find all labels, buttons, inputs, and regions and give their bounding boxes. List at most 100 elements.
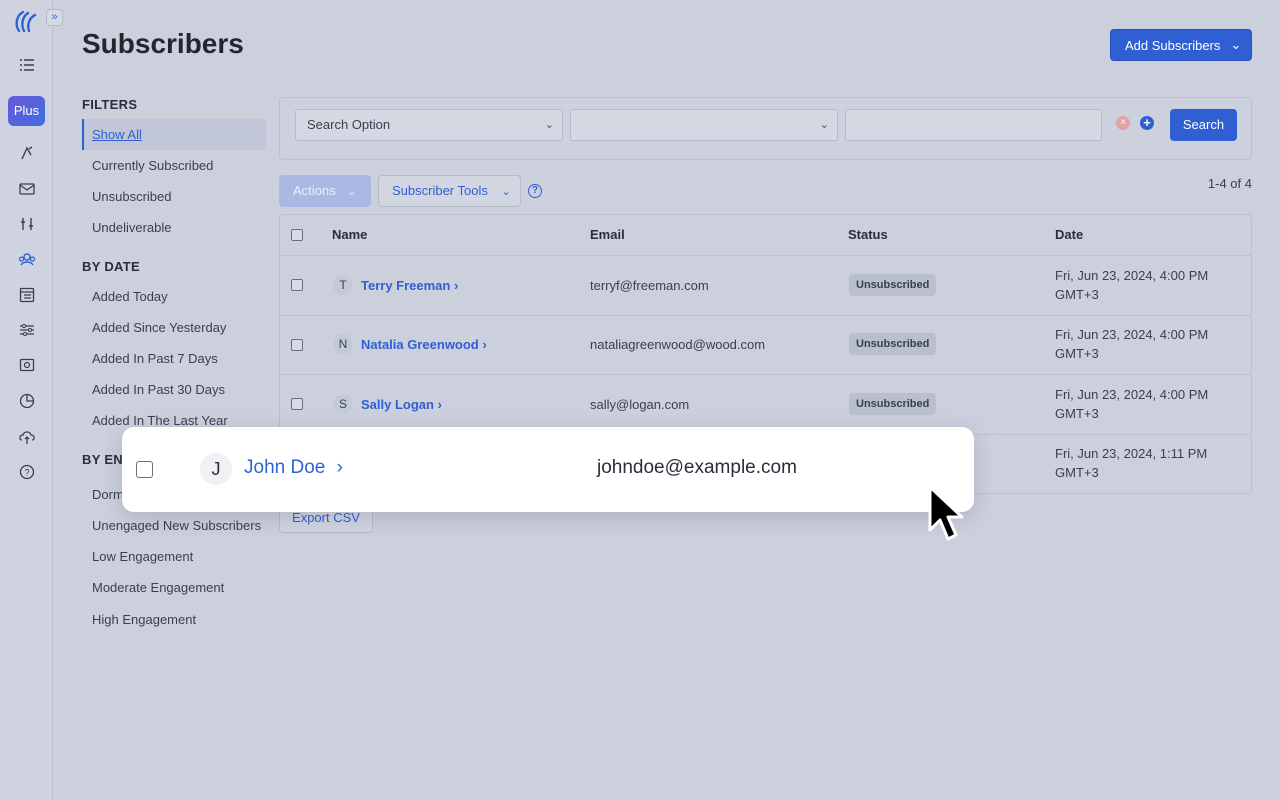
cloud-upload-icon[interactable] (17, 427, 37, 447)
avatar: N (333, 334, 353, 354)
select-all-checkbox[interactable] (291, 229, 303, 241)
forms-icon[interactable] (17, 285, 37, 305)
row-checkbox[interactable] (291, 339, 303, 351)
subscribers-icon[interactable] (17, 249, 37, 269)
filter-show-all[interactable]: Show All (82, 119, 266, 150)
date-line: Fri, Jun 23, 2024, 4:00 PM (1055, 327, 1209, 342)
column-header-name[interactable]: Name (332, 227, 367, 242)
page-title: Subscribers (82, 28, 244, 59)
subscriber-date: Fri, Jun 23, 2024, 1:11 PM GMT+3 (1055, 444, 1235, 482)
filter-added-past-30-days[interactable]: Added In Past 30 Days (82, 374, 266, 405)
search-chat-icon[interactable] (17, 356, 37, 376)
filter-high-engagement[interactable]: High Engagement (82, 604, 266, 635)
filter-undeliverable[interactable]: Undeliverable (82, 212, 266, 243)
subscriber-date: Fri, Jun 23, 2024, 4:00 PM GMT+3 (1055, 385, 1235, 423)
filters-heading: FILTERS (82, 97, 138, 112)
help-icon[interactable]: ? (528, 184, 542, 198)
subscriber-name: John Doe (244, 457, 326, 478)
chevron-right-icon: › (482, 337, 487, 352)
split-test-icon[interactable] (17, 214, 37, 234)
timezone-line: GMT+3 (1055, 287, 1099, 302)
expand-sidebar-icon[interactable]: » (46, 9, 63, 26)
row-checkbox[interactable] (291, 279, 303, 291)
subscriber-date: Fri, Jun 23, 2024, 4:00 PM GMT+3 (1055, 266, 1235, 304)
timezone-line: GMT+3 (1055, 346, 1099, 361)
column-header-date[interactable]: Date (1055, 227, 1083, 242)
reports-pie-icon[interactable] (17, 391, 37, 411)
help-circle-icon[interactable]: ? (17, 462, 37, 482)
status-badge: Unsubscribed (849, 333, 937, 355)
row-checkbox[interactable] (136, 461, 153, 478)
chevron-right-icon: › (437, 397, 442, 412)
avatar: S (333, 394, 353, 414)
brand-logo-icon[interactable] (13, 9, 39, 35)
settings-sliders-icon[interactable] (17, 320, 37, 340)
subscriber-email: nataliagreenwood@wood.com (590, 337, 766, 352)
search-value-input[interactable] (845, 109, 1102, 141)
svg-text:?: ? (24, 468, 29, 478)
by-date-heading: BY DATE (82, 259, 140, 274)
date-line: Fri, Jun 23, 2024, 1:11 PM (1055, 446, 1208, 461)
chevron-right-icon: › (453, 278, 459, 293)
timezone-line: GMT+3 (1055, 465, 1099, 480)
search-button[interactable]: Search (1170, 109, 1237, 141)
filter-unengaged-new[interactable]: Unengaged New Subscribers (82, 510, 266, 541)
plus-button[interactable]: Plus (8, 96, 45, 126)
filter-unsubscribed[interactable]: Unsubscribed (82, 181, 266, 212)
filter-added-past-7-days[interactable]: Added In Past 7 Days (82, 343, 266, 374)
chevron-down-icon: ⌄ (347, 186, 357, 198)
subscriber-tools-label: Subscriber Tools (392, 183, 488, 198)
subscriber-tools-button[interactable]: Subscriber Tools ⌄ (378, 175, 521, 207)
row-divider (280, 255, 1251, 256)
column-header-email[interactable]: Email (590, 227, 625, 242)
chevron-down-icon: ⌄ (819, 119, 829, 131)
subscriber-date: Fri, Jun 23, 2024, 4:00 PM GMT+3 (1055, 325, 1235, 363)
envelope-icon[interactable] (17, 178, 37, 198)
filter-moderate-engagement[interactable]: Moderate Engagement (82, 572, 266, 603)
search-option-label: Search Option (307, 117, 391, 132)
subscriber-email: terryf@freeman.com (590, 278, 709, 293)
checklist-icon[interactable] (17, 55, 37, 75)
automation-icon[interactable] (17, 143, 37, 163)
subscriber-name-link[interactable]: John Doe › (244, 457, 343, 479)
row-checkbox[interactable] (291, 398, 303, 410)
subscriber-name-link[interactable]: Terry Freeman › (361, 278, 458, 293)
chevron-right-icon: › (336, 457, 343, 478)
filter-currently-subscribed[interactable]: Currently Subscribed (82, 150, 266, 181)
date-line: Fri, Jun 23, 2024, 4:00 PM (1055, 387, 1209, 402)
search-option-select[interactable]: Search Option ⌄ (295, 109, 563, 141)
date-line: Fri, Jun 23, 2024, 4:00 PM (1055, 268, 1209, 283)
add-subscribers-label: Add Subscribers (1125, 37, 1221, 53)
status-badge: Unsubscribed (849, 274, 937, 296)
subscriber-name-link[interactable]: Sally Logan › (361, 397, 442, 412)
filter-added-today[interactable]: Added Today (82, 281, 266, 312)
chevron-down-icon: ⌄ (501, 186, 511, 198)
timezone-line: GMT+3 (1055, 406, 1099, 421)
actions-label: Actions (293, 183, 336, 198)
subscriber-email: johndoe@example.com (597, 457, 797, 478)
row-divider (280, 374, 1251, 375)
avatar: T (333, 275, 353, 295)
filter-added-since-yesterday[interactable]: Added Since Yesterday (82, 312, 266, 343)
condition-select[interactable]: ⌄ (570, 109, 838, 141)
status-badge: Unsubscribed (849, 393, 937, 415)
subscriber-name: Sally Logan (361, 397, 434, 412)
row-divider (280, 315, 1251, 316)
subscriber-name: Terry Freeman (361, 278, 451, 293)
subscriber-name-link[interactable]: Natalia Greenwood › (361, 337, 487, 352)
avatar: J (200, 453, 232, 485)
highlighted-row-card[interactable]: J John Doe › johndoe@example.com (122, 427, 974, 512)
subscriber-name: Natalia Greenwood (361, 337, 479, 352)
result-count: 1-4 of 4 (1207, 176, 1252, 191)
subscriber-email: sally@logan.com (590, 397, 690, 412)
chevron-down-icon: ⌄ (1230, 37, 1242, 52)
clear-icon[interactable]: × (1116, 116, 1130, 130)
icon-rail: » Plus ? (0, 0, 63, 800)
add-subscribers-button[interactable]: Add Subscribers ⌄ (1110, 29, 1252, 61)
mouse-cursor-icon (928, 485, 964, 541)
chevron-down-icon: ⌄ (544, 119, 554, 131)
column-header-status[interactable]: Status (848, 227, 888, 242)
actions-button[interactable]: Actions ⌄ (279, 175, 371, 207)
add-condition-icon[interactable]: + (1140, 116, 1154, 130)
filter-low-engagement[interactable]: Low Engagement (82, 541, 266, 572)
